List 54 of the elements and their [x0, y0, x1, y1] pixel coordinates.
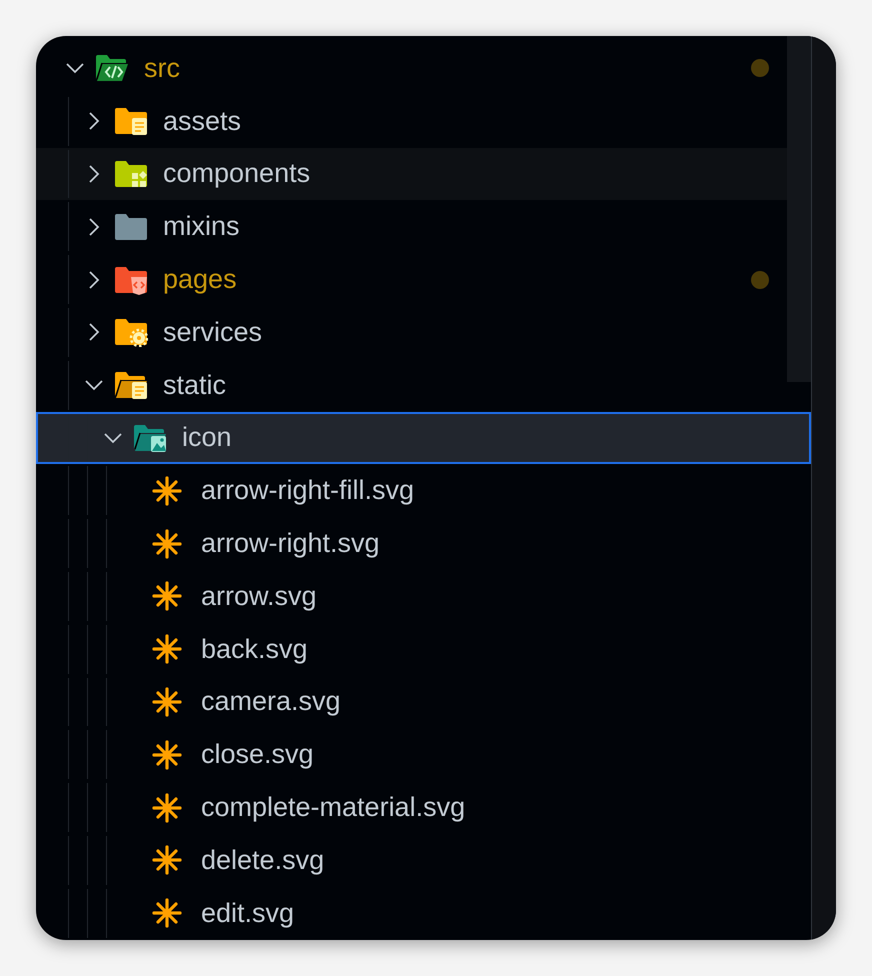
tree-item[interactable]: arrow-right.svg	[36, 517, 811, 570]
asterisk-icon	[152, 686, 182, 717]
folder-icon	[114, 370, 148, 400]
modified-dot	[751, 59, 769, 78]
item-label: close.svg	[201, 739, 314, 770]
item-label: edit.svg	[201, 898, 294, 929]
tree-item[interactable]: pages	[36, 253, 787, 306]
item-label: static	[163, 370, 226, 401]
asterisk-icon	[152, 898, 182, 928]
item-label: back.svg	[201, 634, 308, 665]
asterisk-icon	[152, 581, 182, 612]
folder-icon	[95, 53, 129, 84]
tree-item[interactable]: edit.svg	[36, 886, 811, 940]
folder-icon	[133, 422, 167, 453]
tree-item[interactable]: arrow.svg	[36, 570, 811, 623]
asterisk-icon	[152, 634, 182, 664]
asterisk-icon	[152, 476, 182, 506]
item-label: icon	[182, 422, 232, 454]
item-label: mixins	[163, 211, 240, 242]
item-label: pages	[163, 264, 237, 296]
item-label: camera.svg	[201, 686, 341, 718]
item-label: arrow-right.svg	[201, 528, 380, 560]
tree-item[interactable]: src	[36, 42, 787, 95]
tree-item[interactable]: back.svg	[36, 622, 811, 676]
tree-item[interactable]: camera.svg	[36, 676, 811, 728]
asterisk-icon	[152, 740, 182, 770]
item-label: complete-material.svg	[201, 792, 466, 824]
item-label: arrow-right-fill.svg	[201, 475, 414, 506]
item-label: src	[144, 52, 180, 84]
tree-item[interactable]: static	[36, 358, 787, 412]
asterisk-icon	[152, 528, 182, 559]
asterisk-icon	[152, 792, 182, 823]
modified-dot	[751, 270, 769, 289]
folder-icon	[114, 106, 148, 136]
tree-item[interactable]: mixins	[36, 200, 787, 254]
item-label: delete.svg	[201, 844, 324, 876]
tree-item[interactable]: assets	[36, 94, 787, 148]
asterisk-icon	[152, 845, 182, 876]
tree-item[interactable]: components	[36, 148, 787, 200]
item-label: assets	[163, 106, 242, 137]
folder-icon	[114, 264, 148, 295]
item-label: services	[163, 316, 262, 348]
folder-icon	[114, 317, 148, 348]
tree-item[interactable]: complete-material.svg	[36, 781, 811, 834]
tree-item[interactable]: arrow-right-fill.svg	[36, 464, 811, 518]
folder-icon	[114, 212, 148, 242]
tree-item[interactable]: delete.svg	[36, 834, 811, 887]
tree-item[interactable]: icon	[36, 412, 811, 464]
tree-item[interactable]: services	[36, 306, 787, 359]
folder-icon	[114, 158, 148, 189]
tree-item[interactable]: close.svg	[36, 728, 811, 782]
scrollbar[interactable]	[787, 36, 811, 382]
item-label: arrow.svg	[201, 580, 317, 612]
item-label: components	[163, 158, 310, 190]
